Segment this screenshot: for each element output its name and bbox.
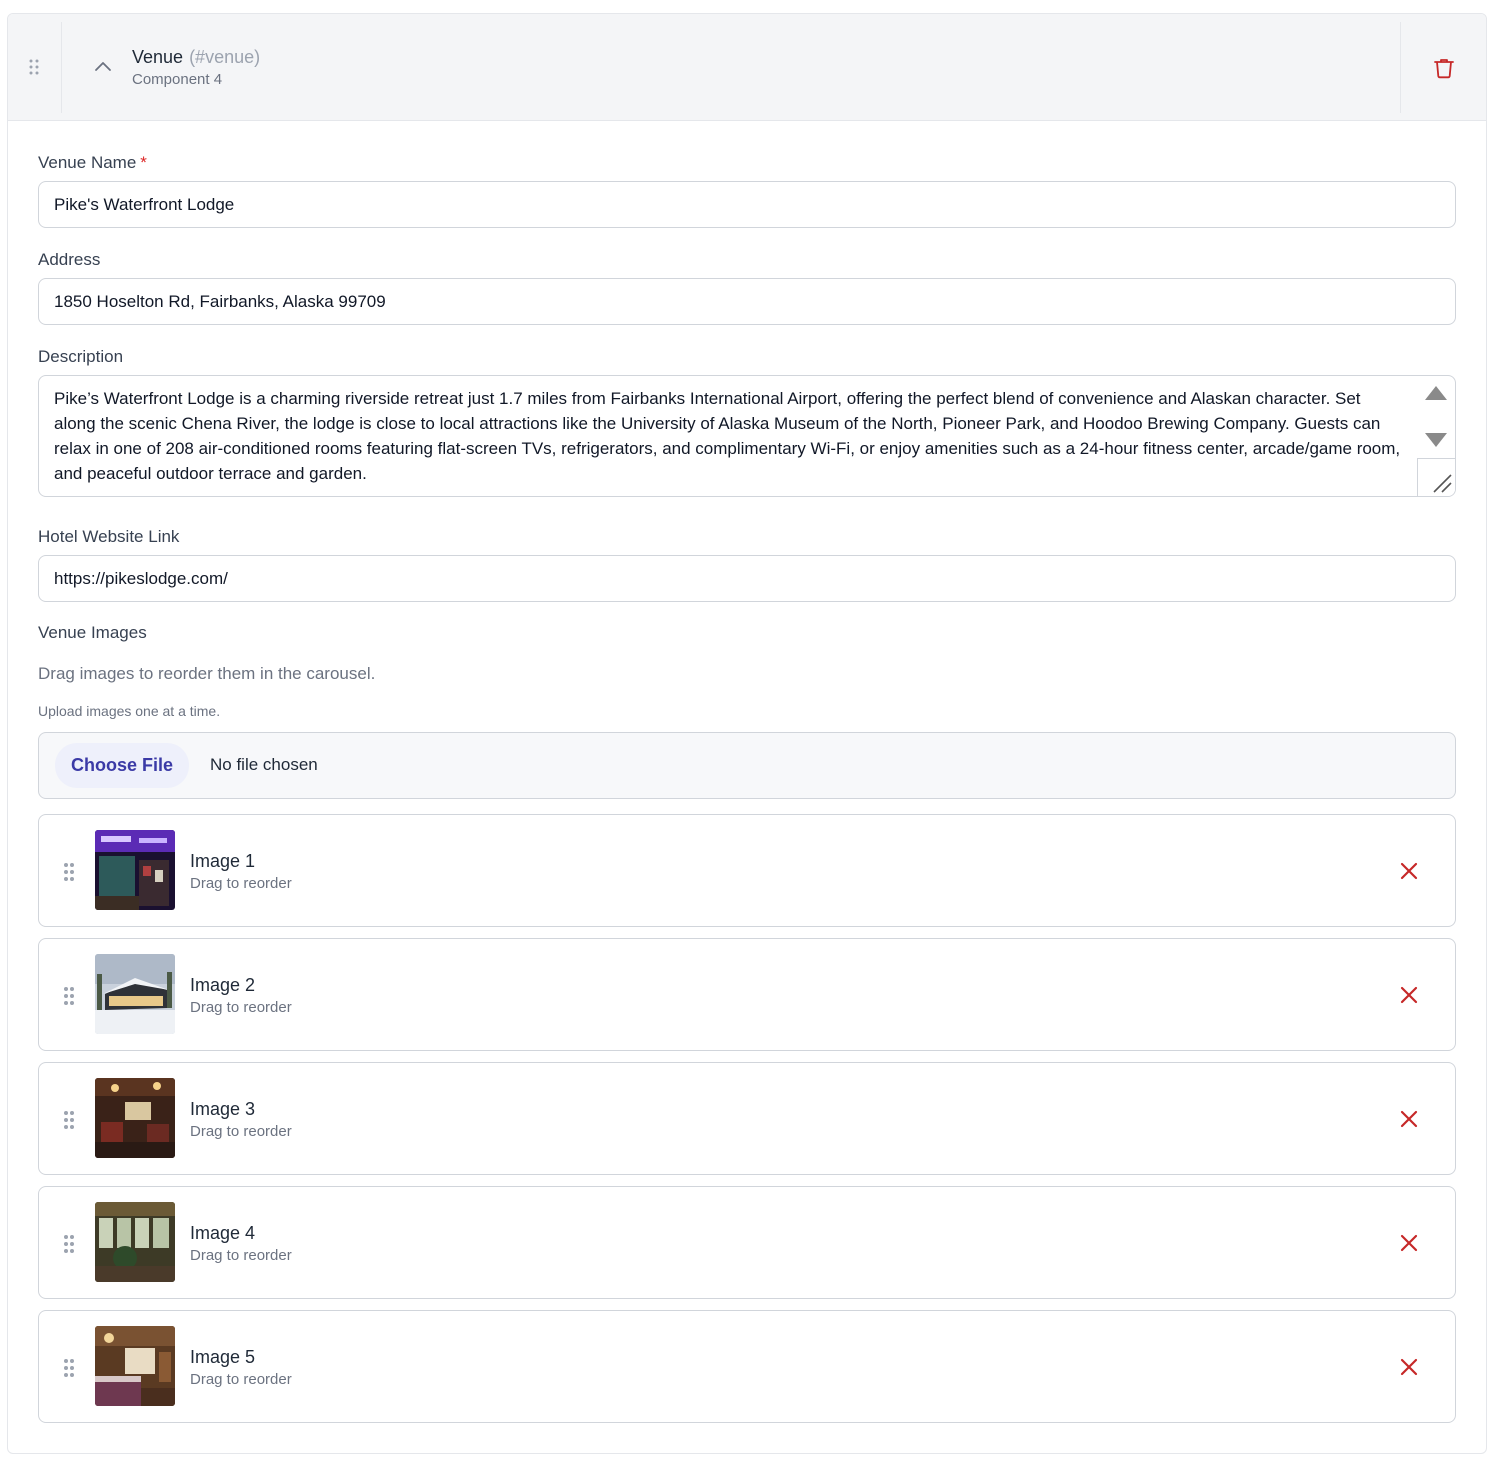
drag-handle-icon[interactable] xyxy=(63,862,75,882)
scroll-up-arrow-icon[interactable] xyxy=(1425,386,1447,400)
address-input[interactable]: 1850 Hoselton Rd, Fairbanks, Alaska 9970… xyxy=(38,278,1456,325)
trash-icon[interactable] xyxy=(1432,56,1456,80)
image-subtitle: Drag to reorder xyxy=(190,875,292,892)
image-list-item[interactable]: Image 3 Drag to reorder xyxy=(38,1062,1456,1175)
description-label: Description xyxy=(38,347,124,366)
component-subtitle: Component 4 xyxy=(132,71,223,88)
image-name: Image 5 xyxy=(190,1347,256,1367)
reorder-hint: Drag images to reorder them in the carou… xyxy=(38,664,376,683)
drag-handle-icon[interactable] xyxy=(63,986,75,1006)
upload-hint: Upload images one at a time. xyxy=(38,703,221,719)
image-list-item[interactable]: Image 1 Drag to reorder xyxy=(38,814,1456,927)
image-name: Image 4 xyxy=(190,1223,256,1243)
website-label: Hotel Website Link xyxy=(38,527,180,546)
drag-handle-icon[interactable] xyxy=(63,1234,75,1254)
description-text[interactable]: Pike’s Waterfront Lodge is a charming ri… xyxy=(54,386,1404,486)
file-upload-field[interactable]: Choose File No file chosen xyxy=(38,732,1456,799)
file-status-text: No file chosen xyxy=(210,755,318,774)
address-label: Address xyxy=(38,250,101,269)
image-list-item[interactable]: Image 5 Drag to reorder xyxy=(38,1310,1456,1423)
close-icon[interactable] xyxy=(1398,860,1420,882)
close-icon[interactable] xyxy=(1398,1232,1420,1254)
image-subtitle: Drag to reorder xyxy=(190,999,292,1016)
image-subtitle: Drag to reorder xyxy=(190,1123,292,1140)
drag-handle-icon[interactable] xyxy=(28,59,40,75)
chevron-up-icon[interactable] xyxy=(94,58,112,76)
required-asterisk: * xyxy=(140,153,147,172)
image-list-item[interactable]: Image 4 Drag to reorder xyxy=(38,1186,1456,1299)
venue-name-label: Venue Name * xyxy=(38,153,147,173)
close-icon[interactable] xyxy=(1398,1108,1420,1130)
drag-handle-icon[interactable] xyxy=(63,1358,75,1378)
image-thumbnail xyxy=(95,954,175,1034)
image-thumbnail xyxy=(95,1202,175,1282)
resize-grip-icon xyxy=(1433,474,1452,493)
component-name: Venue xyxy=(132,47,184,67)
component-header-inner xyxy=(61,22,1401,113)
image-thumbnail xyxy=(95,830,175,910)
close-icon[interactable] xyxy=(1398,1356,1420,1378)
component-header[interactable]: Venue (#venue) Component 4 xyxy=(8,14,1486,121)
website-input[interactable]: https://pikeslodge.com/ xyxy=(38,555,1456,602)
venue-images-title: Venue Images xyxy=(38,623,147,642)
close-icon[interactable] xyxy=(1398,984,1420,1006)
description-textarea[interactable]: Pike’s Waterfront Lodge is a charming ri… xyxy=(38,375,1456,497)
component-title: Venue (#venue) xyxy=(132,47,260,68)
venue-component-card: Venue (#venue) Component 4 Venue Name * Pi… xyxy=(7,13,1487,1454)
image-thumbnail xyxy=(95,1078,175,1158)
image-name: Image 1 xyxy=(190,851,256,871)
venue-name-label-text: Venue Name xyxy=(38,153,137,172)
image-list-item[interactable]: Image 2 Drag to reorder xyxy=(38,938,1456,1051)
image-thumbnail xyxy=(95,1326,175,1406)
image-name: Image 2 xyxy=(190,975,256,995)
image-subtitle: Drag to reorder xyxy=(190,1371,292,1388)
drag-handle-icon[interactable] xyxy=(63,1110,75,1130)
component-anchor: (#venue) xyxy=(189,47,261,67)
image-name: Image 3 xyxy=(190,1099,256,1119)
resize-handle[interactable] xyxy=(1417,458,1455,496)
image-subtitle: Drag to reorder xyxy=(190,1247,292,1264)
scroll-down-arrow-icon[interactable] xyxy=(1425,433,1447,447)
choose-file-button[interactable]: Choose File xyxy=(55,743,189,788)
venue-name-input[interactable]: Pike's Waterfront Lodge xyxy=(38,181,1456,228)
